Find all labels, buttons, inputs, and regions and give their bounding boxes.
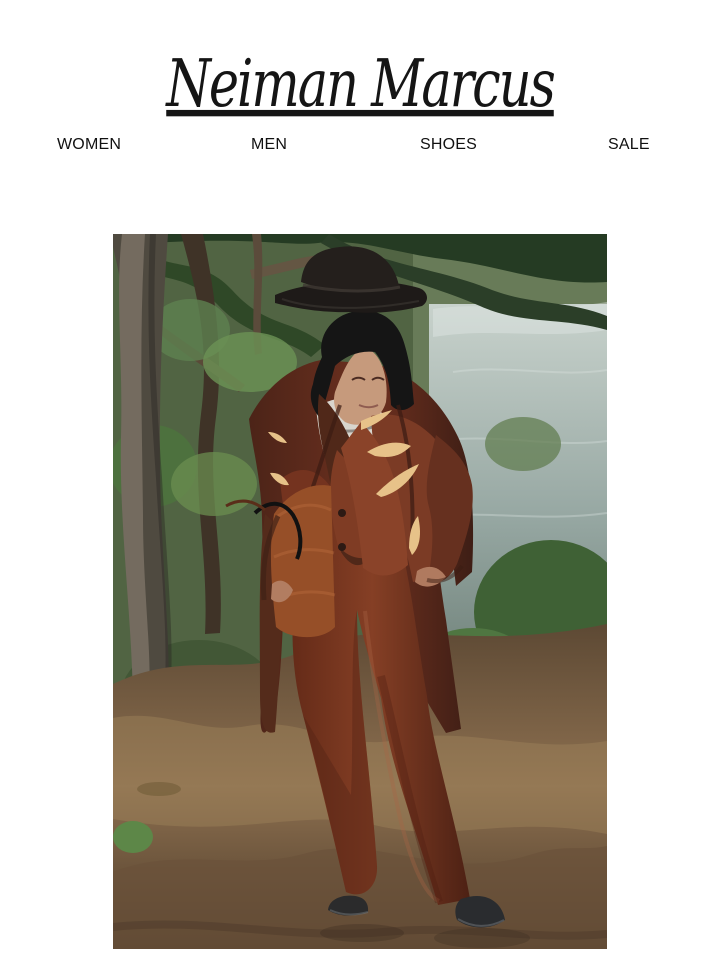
- hero-image: [113, 234, 607, 949]
- email-page: Neiman Marcus WOMEN MEN SHOES SALE: [0, 0, 720, 960]
- main-navigation: WOMEN MEN SHOES SALE: [0, 134, 720, 156]
- nav-link-men[interactable]: MEN: [251, 134, 287, 156]
- nav-link-shoes[interactable]: SHOES: [420, 134, 477, 156]
- hero-image-link[interactable]: [113, 234, 607, 949]
- nav-link-women[interactable]: WOMEN: [57, 134, 121, 156]
- brand-logo[interactable]: Neiman Marcus: [0, 28, 720, 143]
- nav-link-sale[interactable]: SALE: [608, 134, 650, 156]
